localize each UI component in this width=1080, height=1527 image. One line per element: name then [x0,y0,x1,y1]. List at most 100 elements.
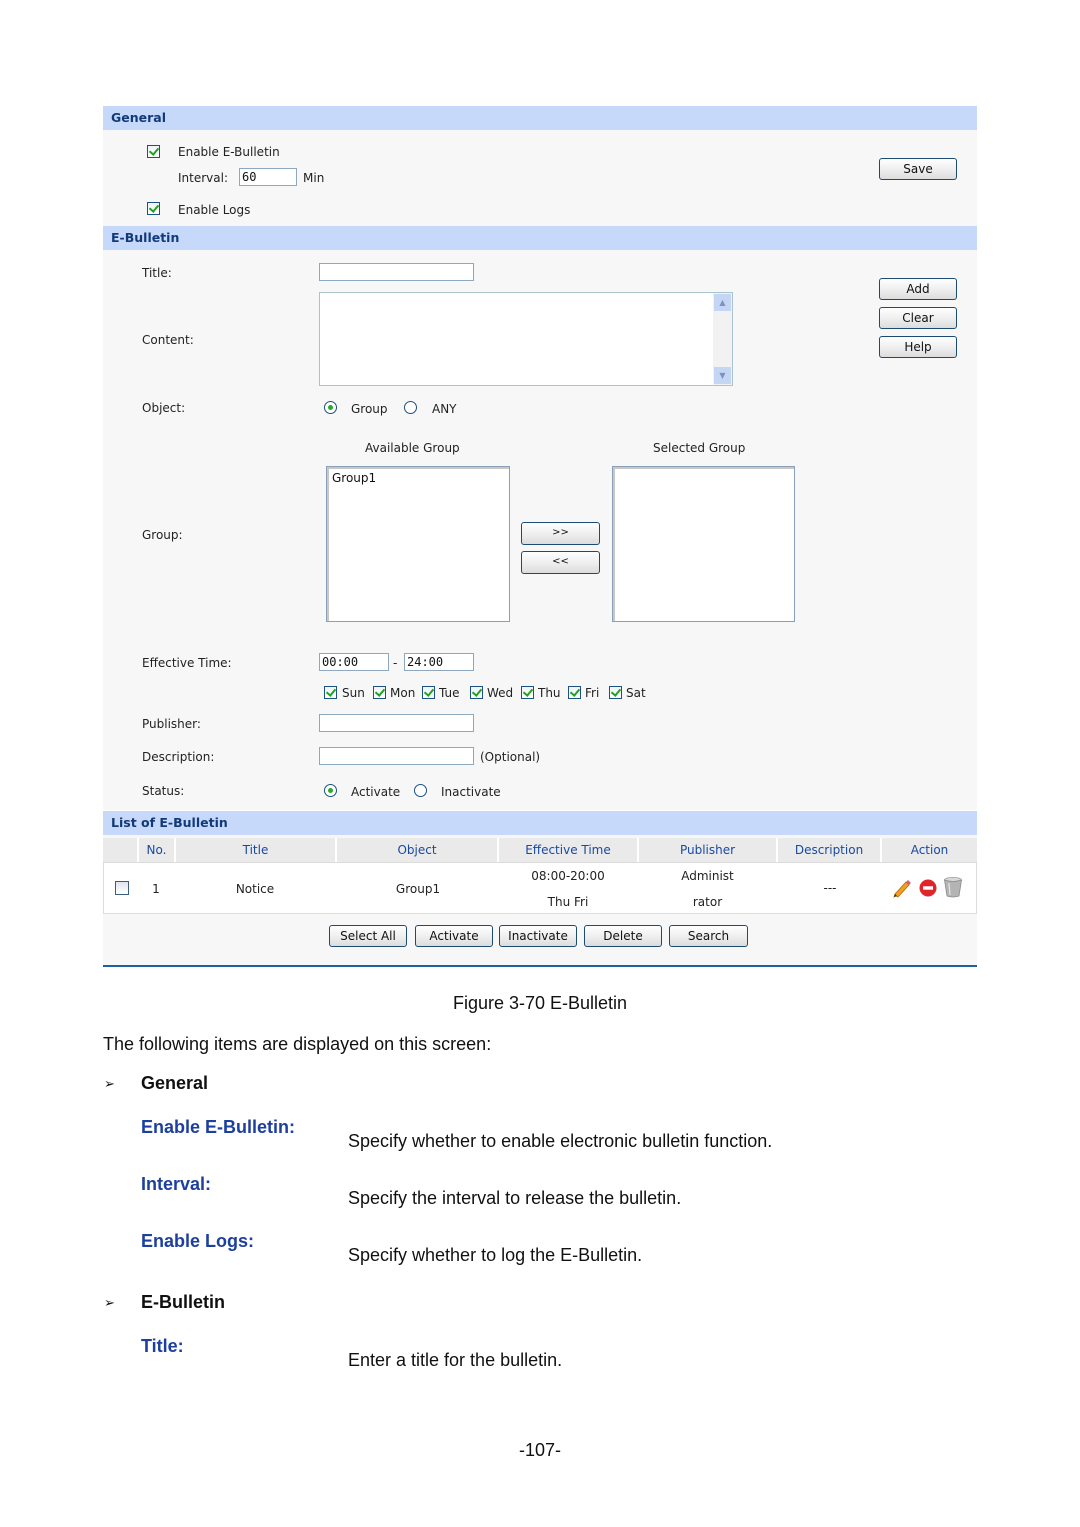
column-header-select [103,838,139,862]
time-separator: - [393,656,398,670]
interval-input[interactable] [239,168,297,186]
day-sun-label: Sun [342,686,365,700]
figure-divider [103,965,977,967]
day-thu-label: Thu [538,686,561,700]
day-sun-checkbox[interactable] [324,686,337,699]
column-header-description: Description [778,838,882,862]
row-time-line2: Thu Fri [547,895,589,909]
disable-icon[interactable] [918,878,938,898]
status-activate-label: Activate [351,785,401,799]
day-mon-label: Mon [390,686,416,700]
delete-icon[interactable] [943,876,963,898]
content-scrollbar[interactable]: ▲ ▼ [713,293,732,385]
object-group-label: Group [351,402,388,416]
day-wed-checkbox[interactable] [470,686,483,699]
figure-caption: Figure 3-70 E-Bulletin [452,993,628,1013]
title-input[interactable] [319,263,474,281]
day-tue-label: Tue [439,686,460,700]
item-label-enable-logs: Enable Logs: [141,1231,255,1251]
row-object: Group1 [395,882,441,896]
bullet-icon: ➢ [104,1295,115,1310]
help-button[interactable]: Help [879,336,957,358]
publisher-label: Publisher: [142,717,201,731]
item-label-title: Title: [141,1336,184,1356]
content-label: Content: [142,333,194,347]
group-label: Group: [142,528,183,542]
object-group-radio[interactable] [324,401,337,414]
description-hint: (Optional) [480,750,541,764]
interval-label: Interval: [178,171,228,185]
page-number: -107- [518,1440,562,1460]
object-label: Object: [142,401,186,415]
item-desc-enable-ebulletin: Specify whether to enable electronic bul… [348,1131,773,1151]
general-section-header: General [103,106,977,130]
scroll-up-icon[interactable]: ▲ [714,294,731,311]
column-header-effective-time: Effective Time [499,838,639,862]
column-header-action: Action [882,838,977,862]
activate-button[interactable]: Activate [415,925,493,947]
day-sat-checkbox[interactable] [609,686,622,699]
title-label: Title: [142,266,172,280]
list-section-header: List of E-Bulletin [103,811,977,835]
column-header-object: Object [337,838,499,862]
publisher-input[interactable] [319,714,474,732]
move-left-button[interactable]: << [521,551,600,574]
day-mon-checkbox[interactable] [373,686,386,699]
inactivate-button[interactable]: Inactivate [499,925,577,947]
row-time-line1: 08:00-20:00 [531,869,605,883]
item-desc-title: Enter a title for the bulletin. [348,1350,563,1370]
row-select-checkbox[interactable] [115,881,129,895]
row-no: 1 [152,882,160,896]
item-label-enable-ebulletin: Enable E-Bulletin: [141,1117,296,1137]
section-heading-ebulletin: E-Bulletin [141,1292,225,1312]
item-desc-interval: Specify the interval to release the bull… [348,1188,682,1208]
day-wed-label: Wed [487,686,514,700]
bullet-icon: ➢ [104,1076,115,1091]
clear-button[interactable]: Clear [879,307,957,329]
enable-logs-checkbox[interactable] [147,202,160,215]
status-inactivate-label: Inactivate [441,785,501,799]
column-header-no: No. [139,838,176,862]
available-group-listbox[interactable]: Group1 [326,466,510,622]
status-label: Status: [142,784,185,798]
day-tue-checkbox[interactable] [422,686,435,699]
row-publisher-line1: Administ [681,869,734,883]
object-any-label: ANY [432,402,457,416]
add-button[interactable]: Add [879,278,957,300]
object-any-radio[interactable] [404,401,417,414]
edit-icon[interactable] [893,878,913,898]
interval-unit: Min [303,171,325,185]
status-inactivate-radio[interactable] [414,784,427,797]
enable-ebulletin-checkbox[interactable] [147,145,160,158]
effective-time-label: Effective Time: [142,656,232,670]
save-button[interactable]: Save [879,158,957,180]
enable-ebulletin-label: Enable E-Bulletin [178,145,280,159]
row-title: Notice [235,882,275,896]
available-group-label: Available Group [365,441,460,455]
content-textarea[interactable]: ▲ ▼ [319,292,733,386]
row-publisher-line2: rator [692,895,723,909]
item-desc-enable-logs: Specify whether to log the E-Bulletin. [348,1245,643,1265]
time-end-input[interactable] [404,653,474,671]
search-button[interactable]: Search [669,925,748,947]
item-label-interval: Interval: [141,1174,212,1194]
description-input[interactable] [319,747,474,765]
enable-logs-label: Enable Logs [178,203,251,217]
move-right-button[interactable]: >> [521,522,600,545]
day-fri-checkbox[interactable] [568,686,581,699]
selected-group-label: Selected Group [653,441,746,455]
day-sat-label: Sat [626,686,646,700]
scroll-down-icon[interactable]: ▼ [714,367,731,384]
select-all-button[interactable]: Select All [329,925,407,947]
status-activate-radio[interactable] [324,784,337,797]
selected-group-listbox[interactable] [612,466,795,622]
available-group-option[interactable]: Group1 [332,471,376,485]
time-start-input[interactable] [319,653,389,671]
row-description: --- [823,881,837,895]
section-heading-general: General [141,1073,209,1093]
day-thu-checkbox[interactable] [521,686,534,699]
ebulletin-section-header: E-Bulletin [103,226,977,250]
column-header-publisher: Publisher [639,838,778,862]
delete-button[interactable]: Delete [584,925,662,947]
column-header-title: Title [176,838,337,862]
